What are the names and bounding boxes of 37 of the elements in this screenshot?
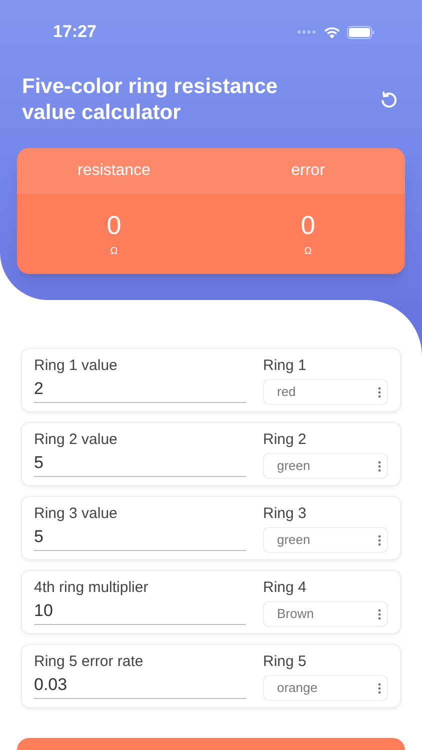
color-select[interactable]: Brown: [263, 601, 388, 627]
field-label: Ring 1 value: [34, 357, 118, 375]
select-label: Ring 4: [263, 579, 308, 597]
result-value: 0: [106, 210, 122, 240]
status-time: 17:27: [53, 21, 96, 44]
battery-icon: [347, 26, 375, 38]
value-input[interactable]: 5: [34, 449, 246, 477]
field-label: 4th ring multiplier: [34, 579, 150, 597]
color-select[interactable]: red: [263, 379, 388, 405]
select-label: Ring 1: [263, 357, 308, 375]
more-icon: [378, 682, 381, 694]
reset-icon[interactable]: [379, 90, 399, 110]
result-value: 0: [300, 210, 316, 240]
more-icon: [378, 386, 381, 398]
select-label: Ring 3: [263, 505, 308, 523]
page-title: Five-color ring resistance value calculator: [22, 74, 279, 126]
value-input[interactable]: 0.03: [34, 671, 246, 699]
color-select[interactable]: green: [263, 453, 388, 479]
value-input[interactable]: 5: [34, 523, 246, 551]
color-select[interactable]: orange: [263, 675, 388, 701]
more-icon: [378, 534, 381, 546]
result-unit: Ω: [110, 244, 118, 258]
field-label: Ring 5 error rate: [34, 653, 144, 671]
value-input[interactable]: 2: [34, 375, 246, 403]
result-label: error: [291, 161, 325, 181]
color-select[interactable]: green: [263, 527, 388, 553]
signal-icon: [297, 30, 317, 34]
result-label: resistance: [78, 161, 150, 181]
result-unit: Ω: [304, 244, 312, 258]
wifi-icon: [323, 26, 341, 38]
value-input[interactable]: 10: [34, 597, 246, 625]
select-label: Ring 2: [263, 431, 308, 449]
field-label: Ring 2 value: [34, 431, 118, 449]
more-icon: [378, 460, 381, 472]
select-label: Ring 5: [263, 653, 308, 671]
field-label: Ring 3 value: [34, 505, 118, 523]
more-icon: [378, 608, 381, 620]
